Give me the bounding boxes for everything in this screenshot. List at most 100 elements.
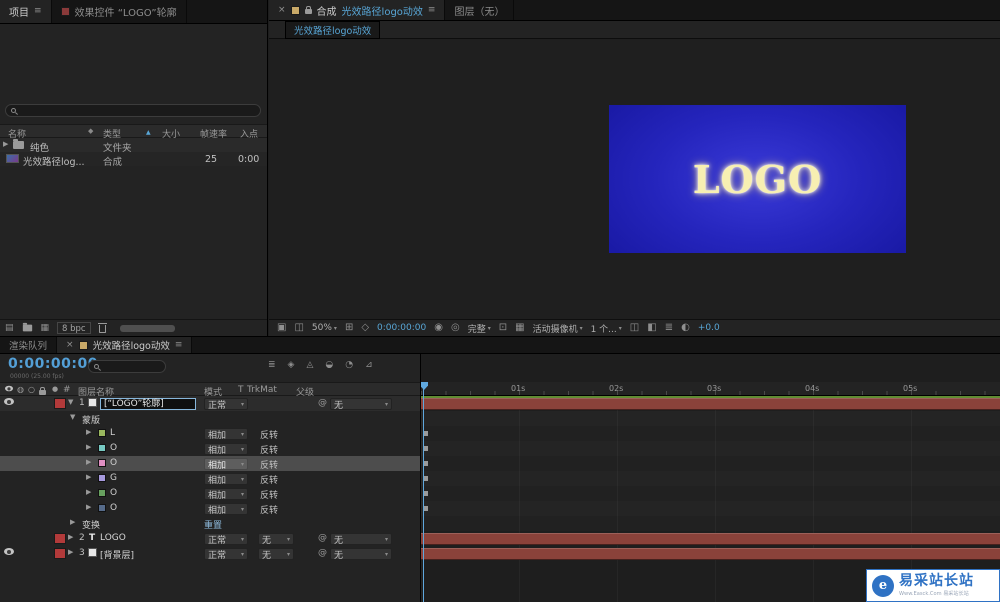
close-tab-icon[interactable]: × — [66, 340, 74, 350]
mask-name[interactable]: O — [110, 488, 117, 498]
layer-name-field[interactable]: [“LOGO”轮廓] — [100, 398, 196, 410]
label-column-icon[interactable]: ● — [52, 385, 58, 393]
comp-subtab[interactable]: 光效路径logo动效 — [285, 20, 381, 39]
blend-mode-dropdown[interactable]: 正常 ▾ — [204, 398, 248, 411]
mask-color-swatch[interactable] — [98, 489, 106, 497]
blend-mode-dropdown[interactable]: 正常 ▾ — [204, 533, 248, 546]
camera-view-dropdown[interactable]: 活动摄像机 ▾ — [533, 322, 583, 335]
expander-icon[interactable]: ▶ — [86, 458, 91, 466]
expander-icon[interactable]: ▶ — [68, 548, 73, 556]
mask-invert-checkbox[interactable]: 反转 — [260, 473, 278, 486]
mask-name[interactable]: O — [110, 458, 117, 468]
mask-color-swatch[interactable] — [98, 474, 106, 482]
playhead-line[interactable] — [423, 382, 424, 602]
tab-composition[interactable]: × 合成 光效路径logo动效 ≡ — [269, 0, 446, 20]
mask-name[interactable]: L — [110, 428, 115, 438]
mask-mode-dropdown[interactable]: 相加 ▾ — [204, 458, 248, 471]
comp-mini-flowchart-icon[interactable]: ≣ — [268, 361, 276, 370]
expander-icon[interactable]: ▶ — [68, 533, 73, 541]
mask-name[interactable]: O — [110, 503, 117, 513]
mask-color-swatch[interactable] — [98, 459, 106, 467]
project-search-input[interactable] — [5, 104, 261, 117]
transform-group-row[interactable]: ▶ 变换 重置 — [0, 516, 420, 531]
trash-icon[interactable] — [97, 323, 107, 333]
mask-invert-checkbox[interactable]: 反转 — [260, 503, 278, 516]
layer-row-3[interactable]: ▶ 3 [背景层] 正常 ▾ 无 ▾ @ 无 ▾ — [0, 546, 420, 561]
new-folder-icon[interactable] — [22, 322, 32, 332]
mask-mode-dropdown[interactable]: 相加 ▾ — [204, 488, 248, 501]
expander-icon[interactable]: ▶ — [3, 140, 8, 148]
mask-visibility-icon[interactable]: ◇ — [361, 323, 369, 333]
parent-dropdown[interactable]: 无 ▾ — [330, 533, 392, 546]
video-eye-icon[interactable] — [4, 548, 14, 555]
lock-column-icon[interactable] — [39, 387, 46, 395]
mask-row[interactable]: ▶ G 相加 ▾ 反转 — [0, 471, 420, 486]
mask-row-selected[interactable]: ▶ O 相加 ▾ 反转 — [0, 456, 420, 471]
frame-blending-icon[interactable]: ◒ — [325, 361, 333, 370]
trkmat-dropdown[interactable]: 无 ▾ — [258, 548, 294, 561]
region-of-interest-icon[interactable]: ⊡ — [499, 323, 507, 333]
exposure-value[interactable]: +0.0 — [698, 323, 720, 333]
panel-menu-icon[interactable]: ≡ — [175, 340, 183, 350]
lock-icon[interactable] — [304, 6, 312, 14]
project-row-folder[interactable]: ▶ 纯色 文件夹 — [0, 138, 267, 154]
tab-render-queue[interactable]: 渲染队列 — [0, 337, 58, 353]
audio-column-icon[interactable]: ◍ — [17, 385, 24, 394]
expander-icon[interactable]: ▶ — [86, 443, 91, 451]
channels-icon[interactable]: ◫ — [294, 323, 303, 333]
mask-color-swatch[interactable] — [98, 444, 106, 452]
layer-label-color[interactable] — [54, 533, 66, 544]
expander-icon[interactable]: ▶ — [86, 428, 91, 436]
resolution-dropdown[interactable]: 完整 ▾ — [468, 322, 491, 335]
graph-editor-icon[interactable]: ⊿ — [365, 361, 373, 370]
mask-invert-checkbox[interactable]: 反转 — [260, 443, 278, 456]
expander-icon[interactable]: ▼ — [68, 398, 73, 406]
mask-name[interactable]: G — [110, 473, 117, 483]
t-column-header[interactable]: T — [238, 385, 244, 395]
mask-color-swatch[interactable] — [98, 429, 106, 437]
mask-mode-dropdown[interactable]: 相加 ▾ — [204, 428, 248, 441]
solo-column-icon[interactable]: ○ — [28, 385, 35, 394]
parent-pickwhip-icon[interactable]: @ — [318, 533, 327, 543]
layer-2-duration-bar[interactable] — [421, 533, 1000, 545]
tab-layer-viewer[interactable]: 图层（无） — [445, 0, 515, 20]
layer-row-2[interactable]: ▶ 2 T LOGO 正常 ▾ 无 ▾ @ 无 ▾ — [0, 531, 420, 546]
expander-icon[interactable]: ▶ — [86, 473, 91, 481]
h-scrollbar[interactable] — [119, 324, 175, 332]
composition-viewport[interactable]: LOGO — [269, 39, 1000, 319]
always-preview-icon[interactable]: ▣ — [277, 323, 286, 333]
tab-effect-controls[interactable]: 效果控件 “LOGO”轮廓 — [52, 0, 187, 23]
view-layout-dropdown[interactable]: 1 个... ▾ — [591, 322, 622, 335]
draft-3d-icon[interactable]: ◈ — [288, 361, 295, 370]
bit-depth-button[interactable]: 8 bpc — [57, 322, 91, 334]
shy-layers-icon[interactable]: ◬ — [306, 361, 313, 370]
trkmat-column-header[interactable]: TrkMat — [247, 385, 277, 395]
mask-row[interactable]: ▶ L 相加 ▾ 反转 — [0, 426, 420, 441]
tab-timeline-comp[interactable]: × 光效路径logo动效 ≡ — [57, 337, 193, 353]
mask-invert-checkbox[interactable]: 反转 — [260, 428, 278, 441]
zoom-level-dropdown[interactable]: 50% ▾ — [312, 323, 337, 333]
expander-icon[interactable]: ▶ — [70, 518, 75, 526]
layer-1-duration-bar[interactable] — [421, 398, 1000, 410]
layer-label-color[interactable] — [54, 548, 66, 559]
expander-icon[interactable]: ▶ — [86, 488, 91, 496]
preview-timecode[interactable]: 0:00:00:00 — [377, 323, 426, 333]
interpret-footage-icon[interactable]: ▤ — [5, 323, 14, 333]
mask-row[interactable]: ▶ O 相加 ▾ 反转 — [0, 486, 420, 501]
mask-invert-checkbox[interactable]: 反转 — [260, 458, 278, 471]
trkmat-dropdown[interactable]: 无 ▾ — [258, 533, 294, 546]
mask-row[interactable]: ▶ O 相加 ▾ 反转 — [0, 501, 420, 516]
layer-name[interactable]: [背景层] — [100, 548, 134, 561]
mask-color-swatch[interactable] — [98, 504, 106, 512]
exposure-icon[interactable]: ◐ — [681, 323, 690, 333]
expander-icon[interactable]: ▶ — [86, 503, 91, 511]
fast-previews-icon[interactable]: ◧ — [647, 323, 656, 333]
parent-pickwhip-icon[interactable]: @ — [318, 548, 327, 558]
mask-row[interactable]: ▶ O 相加 ▾ 反转 — [0, 441, 420, 456]
mask-invert-checkbox[interactable]: 反转 — [260, 488, 278, 501]
transform-reset-link[interactable]: 重置 — [204, 518, 222, 531]
project-row-comp[interactable]: 光效路径log... 合成 25 0:00 — [0, 152, 267, 168]
new-composition-icon[interactable]: ▦ — [41, 323, 50, 333]
grid-guides-icon[interactable]: ⊞ — [345, 323, 353, 333]
snapshot-icon[interactable]: ◉ — [434, 323, 443, 333]
